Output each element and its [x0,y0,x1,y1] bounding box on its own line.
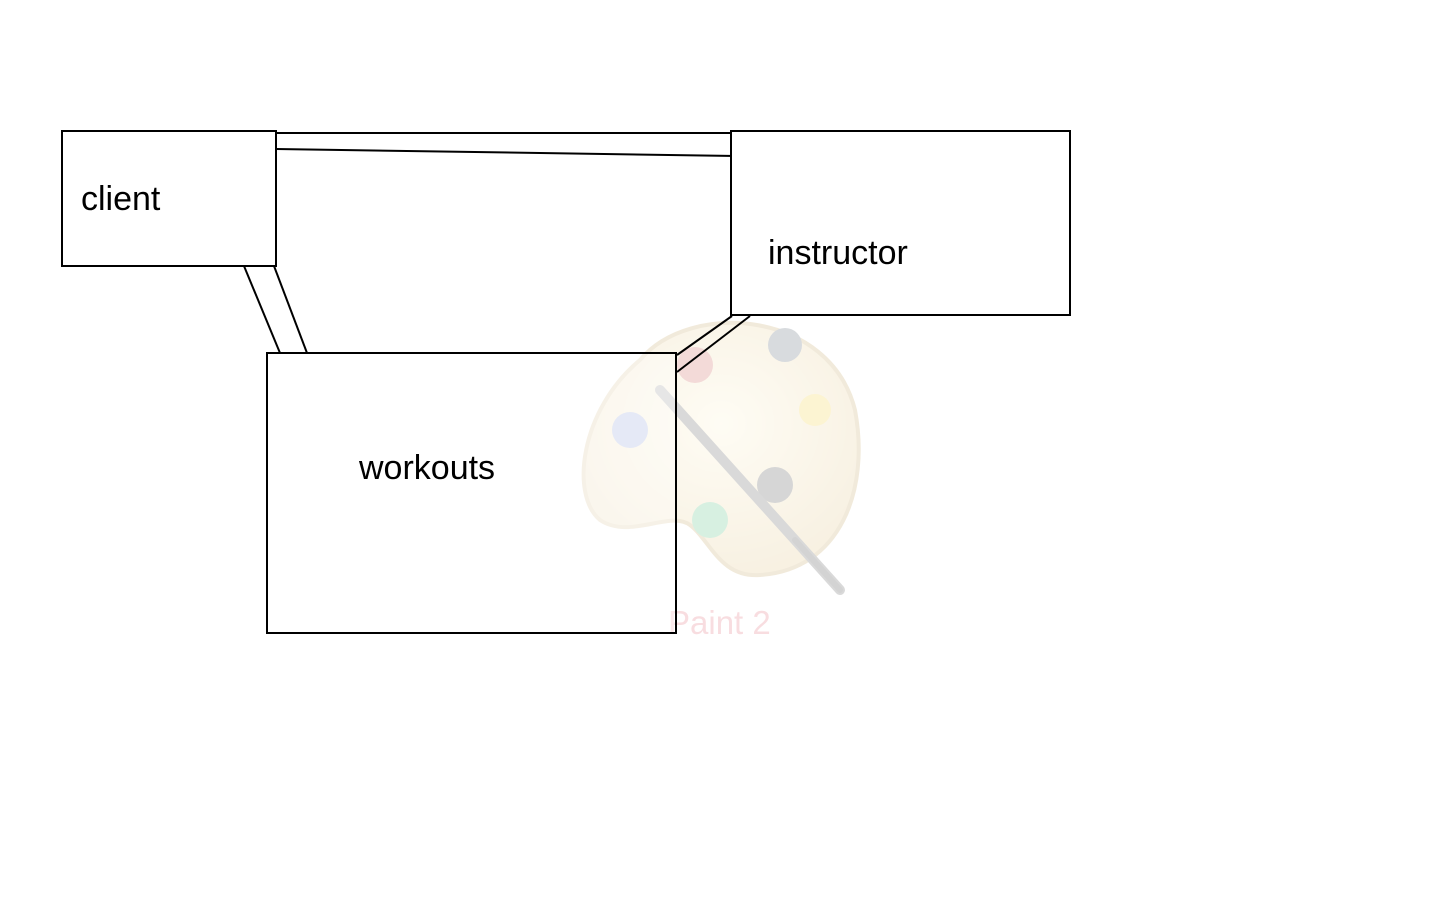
client-workouts-connector-right [273,265,308,354]
instructor-entity-box[interactable]: instructor [730,130,1071,316]
workouts-entity-label: workouts [359,449,496,487]
client-entity-label: client [81,180,161,218]
workouts-entity-box[interactable]: workouts [266,352,677,634]
client-workouts-connector-left [243,265,281,354]
client-entity-box[interactable]: client [61,130,277,267]
client-instructor-connector-slanted [275,148,737,157]
drawing-canvas[interactable]: Paint 2 client instructor workouts [0,0,1440,900]
instructor-entity-label: instructor [768,234,908,272]
instructor-workouts-connector-inner [676,315,751,373]
